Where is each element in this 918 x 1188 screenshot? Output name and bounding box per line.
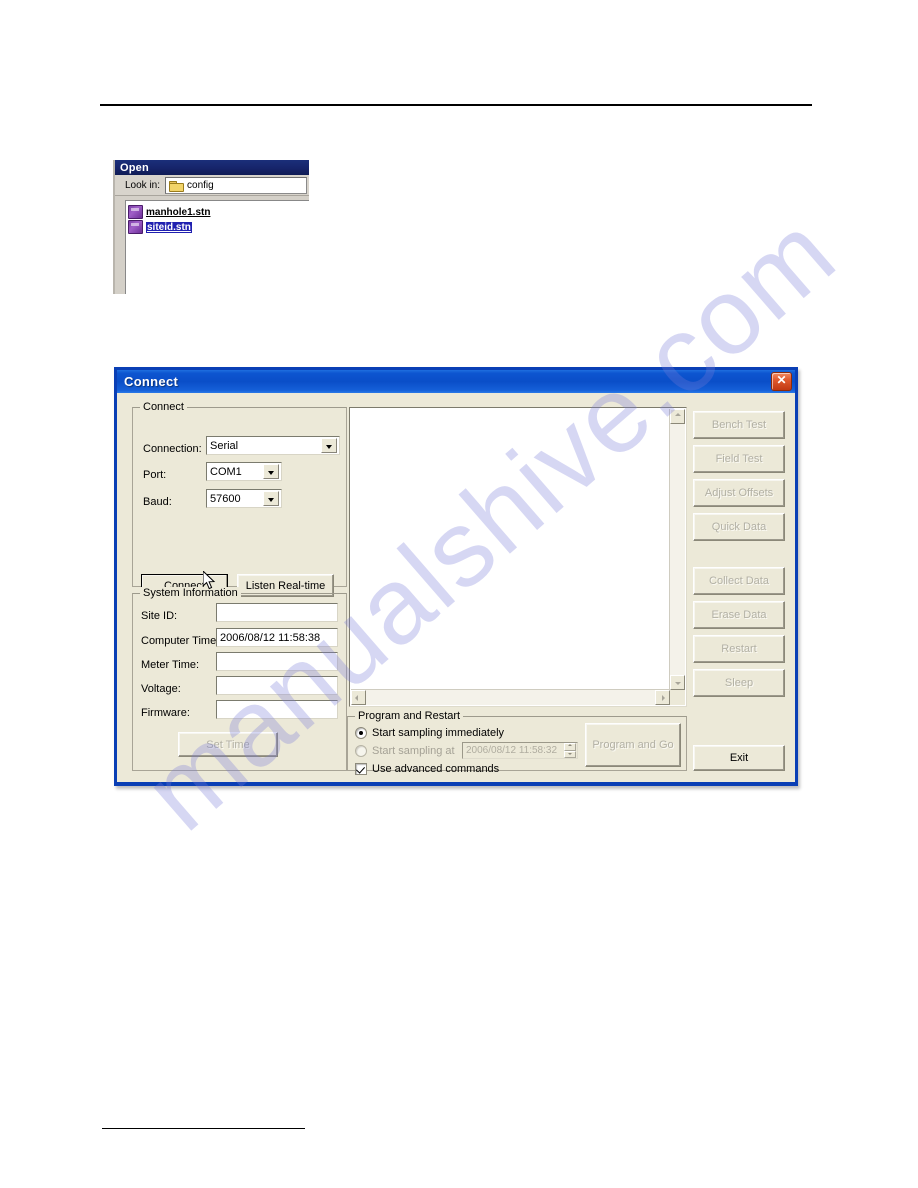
file-name: manhole1.stn bbox=[146, 206, 211, 218]
set-time-button[interactable]: Set Time bbox=[178, 732, 278, 757]
adjust-offsets-button[interactable]: Adjust Offsets bbox=[693, 479, 785, 507]
open-file-dialog: Open Look in: config manhole1.stn siteid… bbox=[113, 160, 309, 294]
checkbox-advanced-row[interactable]: Use advanced commands bbox=[355, 761, 499, 776]
firmware-field[interactable] bbox=[216, 700, 338, 719]
horizontal-scrollbar[interactable] bbox=[351, 689, 670, 705]
radio-start-immediately-row[interactable]: Start sampling immediately bbox=[355, 725, 504, 740]
firmware-label: Firmware: bbox=[141, 706, 190, 719]
checkbox-use-advanced-commands[interactable] bbox=[355, 762, 367, 775]
radio-start-immediately-label: Start sampling immediately bbox=[372, 726, 505, 739]
open-dialog-title: Open bbox=[120, 161, 149, 174]
connection-label-row: Connection: bbox=[143, 439, 202, 458]
folder-icon bbox=[169, 180, 185, 192]
scheduled-time-value: 2006/08/12 11:58:32 bbox=[466, 745, 558, 756]
vertical-scrollbar[interactable] bbox=[669, 409, 685, 690]
connect-dialog-titlebar[interactable]: Connect ✕ bbox=[117, 370, 795, 393]
port-label: Port: bbox=[143, 468, 167, 481]
connect-dialog: Connect ✕ Connect Connection: Serial Por… bbox=[114, 367, 798, 786]
connection-label: Connection: bbox=[143, 442, 202, 455]
exit-button[interactable]: Exit bbox=[693, 745, 785, 771]
chevron-down-icon[interactable] bbox=[321, 438, 337, 453]
voltage-field[interactable] bbox=[216, 676, 338, 695]
connect-dialog-body: Connect Connection: Serial Port: COM1 Ba… bbox=[117, 393, 795, 782]
sleep-button[interactable]: Sleep bbox=[693, 669, 785, 697]
radio-start-at-label: Start sampling at bbox=[372, 744, 455, 757]
scrollbar-corner bbox=[670, 690, 685, 705]
baud-combobox[interactable]: 57600 bbox=[206, 489, 282, 508]
meter-time-label-row: Meter Time: bbox=[141, 655, 199, 674]
lookin-label: Look in: bbox=[125, 179, 161, 191]
file-name: siteid.stn bbox=[146, 221, 192, 233]
radio-start-at[interactable] bbox=[355, 744, 367, 757]
open-dialog-file-list[interactable]: manhole1.stn siteid.stn bbox=[125, 200, 309, 294]
list-item[interactable]: siteid.stn bbox=[128, 220, 309, 234]
meter-time-field[interactable] bbox=[216, 652, 338, 671]
quick-data-button[interactable]: Quick Data bbox=[693, 513, 785, 541]
chevron-right-icon[interactable] bbox=[655, 690, 670, 705]
computer-time-label-row: Computer Time: bbox=[141, 631, 219, 650]
program-and-restart-title: Program and Restart bbox=[355, 710, 464, 722]
erase-data-button[interactable]: Erase Data bbox=[693, 601, 785, 629]
connection-combobox[interactable]: Serial bbox=[206, 436, 340, 455]
chevron-down-icon[interactable] bbox=[263, 464, 279, 479]
spinner-arrows-icon[interactable] bbox=[564, 743, 576, 758]
footnote-separator-rule bbox=[102, 1128, 305, 1129]
computer-time-label: Computer Time: bbox=[141, 634, 220, 647]
baud-label: Baud: bbox=[143, 495, 172, 508]
close-icon[interactable]: ✕ bbox=[771, 372, 792, 391]
computer-time-field[interactable]: 2006/08/12 11:58:38 bbox=[216, 628, 338, 647]
lookin-combobox[interactable]: config bbox=[165, 176, 307, 194]
open-dialog-lookin-row: Look in: config bbox=[115, 175, 309, 196]
connection-value: Serial bbox=[210, 439, 239, 452]
station-file-icon bbox=[128, 220, 143, 234]
connect-group-title: Connect bbox=[140, 401, 187, 413]
site-id-label: Site ID: bbox=[141, 609, 178, 622]
console-output-text bbox=[352, 410, 669, 689]
lookin-value: config bbox=[187, 179, 214, 191]
page-header-rule bbox=[100, 104, 812, 106]
console-output-pane[interactable] bbox=[349, 407, 687, 707]
meter-time-label: Meter Time: bbox=[141, 658, 200, 671]
program-and-go-button[interactable]: Program and Go bbox=[585, 723, 681, 767]
chevron-down-icon[interactable] bbox=[263, 491, 279, 506]
voltage-label: Voltage: bbox=[141, 682, 181, 695]
firmware-label-row: Firmware: bbox=[141, 703, 190, 722]
baud-value: 57600 bbox=[210, 492, 241, 505]
port-label-row: Port: bbox=[143, 465, 166, 484]
connect-dialog-title: Connect bbox=[124, 374, 179, 389]
chevron-down-icon[interactable] bbox=[670, 675, 685, 690]
chevron-up-icon[interactable] bbox=[670, 409, 685, 424]
checkbox-advanced-label: Use advanced commands bbox=[372, 762, 500, 775]
site-id-label-row: Site ID: bbox=[141, 606, 177, 625]
radio-start-immediately[interactable] bbox=[355, 726, 367, 739]
chevron-left-icon[interactable] bbox=[351, 690, 366, 705]
open-dialog-titlebar: Open bbox=[115, 160, 309, 175]
port-combobox[interactable]: COM1 bbox=[206, 462, 282, 481]
scheduled-time-spinner[interactable]: 2006/08/12 11:58:32 bbox=[462, 742, 578, 759]
site-id-field[interactable] bbox=[216, 603, 338, 622]
port-value: COM1 bbox=[210, 465, 242, 478]
restart-button[interactable]: Restart bbox=[693, 635, 785, 663]
collect-data-button[interactable]: Collect Data bbox=[693, 567, 785, 595]
station-file-icon bbox=[128, 205, 143, 219]
list-item[interactable]: manhole1.stn bbox=[128, 205, 309, 219]
bench-test-button[interactable]: Bench Test bbox=[693, 411, 785, 439]
field-test-button[interactable]: Field Test bbox=[693, 445, 785, 473]
system-information-title: System Information bbox=[140, 587, 241, 599]
voltage-label-row: Voltage: bbox=[141, 679, 181, 698]
radio-start-at-row[interactable]: Start sampling at bbox=[355, 743, 455, 758]
baud-label-row: Baud: bbox=[143, 492, 172, 511]
